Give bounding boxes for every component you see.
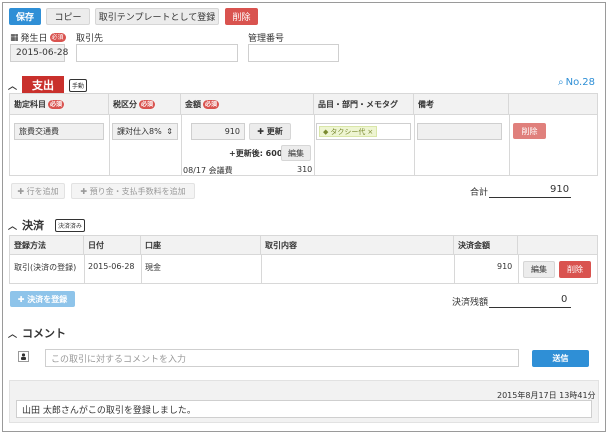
required-badge: 必須 [203, 99, 220, 109]
required-badge: 必須 [139, 99, 156, 109]
sub-entry-label: 08/17 会議費 [183, 166, 233, 175]
paperclip-icon: ⌕ [558, 77, 564, 88]
transaction-panel [2, 2, 606, 432]
send-button[interactable]: 送信 [532, 350, 589, 367]
add-row-button[interactable]: ✚ 行を追加 [11, 183, 65, 199]
comment-input[interactable]: この取引に対するコメントを入力 [45, 349, 519, 367]
date-input[interactable]: 2015-06-28 [10, 44, 68, 62]
select-arrows-icon: ⇕ [166, 127, 173, 136]
tax-select-value: 課対仕入8% [117, 127, 162, 136]
add-deposit-label: 預り金・支払手数料を追加 [89, 186, 186, 196]
plus-icon: ✚ [17, 186, 25, 196]
user-avatar-icon [18, 351, 29, 362]
copy-button[interactable]: コピー [46, 8, 90, 25]
management-number-label: 管理番号 [248, 34, 285, 44]
column-account: 口座 [141, 236, 261, 254]
transaction-number-text: No.28 [565, 77, 595, 88]
add-deposit-fee-button[interactable]: ✚ 預り金・支払手数料を追加 [71, 183, 195, 199]
comment-title: コメント [22, 327, 67, 340]
plus-icon: ✚ [17, 294, 25, 304]
settlement-amount: 910 [497, 262, 513, 271]
total-value: 910 [550, 184, 570, 195]
register-settlement-label: 決済を登録 [27, 294, 68, 304]
expense-table-header: 勘定科目 必須 税区分 必須 金額 必須 品目・部門・メモタグ 備考 [10, 94, 597, 115]
settlement-table-header: 登録方法 日付 口座 取引内容 決済金額 [10, 236, 597, 255]
row-delete-button[interactable]: 削除 [513, 123, 546, 139]
register-settlement-button[interactable]: ✚ 決済を登録 [10, 291, 75, 307]
column-account: 勘定科目 必須 [10, 94, 109, 114]
transaction-number[interactable]: ⌕ No.28 [558, 77, 595, 88]
column-amount: 金額 必須 [181, 94, 314, 114]
add-row-label: 行を追加 [26, 186, 59, 196]
manual-tag: 手動 [69, 78, 88, 92]
column-tax: 税区分 必須 [109, 94, 181, 114]
column-method: 登録方法 [10, 236, 84, 254]
required-badge: 必須 [48, 99, 65, 109]
settlement-edit-button[interactable]: 編集 [523, 261, 555, 278]
column-note: 備考 [414, 94, 509, 114]
settlement-table: 登録方法 日付 口座 取引内容 決済金額 [9, 235, 598, 284]
chevron-up-icon[interactable]: ︿ [8, 327, 17, 340]
total-label: 合計 [470, 188, 489, 198]
chevron-up-icon[interactable]: ︿ [8, 219, 17, 232]
comment-section-header[interactable]: ︿ コメント [8, 325, 66, 341]
tag-icon: ◆ [323, 127, 329, 136]
settlement-delete-button[interactable]: 削除 [559, 261, 591, 278]
balance-label: 決済残額 [452, 298, 489, 308]
update-button-label: 更新 [266, 127, 283, 136]
column-content: 取引内容 [261, 236, 454, 254]
expense-title: 支出 [22, 76, 65, 94]
row-edit-button[interactable]: 編集 [281, 145, 311, 161]
date-label-text: 発生日 [20, 34, 48, 44]
settlement-section-header[interactable]: ︿ 決済 決済済み [8, 217, 86, 233]
note-input[interactable] [417, 123, 502, 140]
expense-section-header[interactable]: ︿ 支出 手動 [8, 76, 88, 94]
column-amount: 決済金額 [454, 236, 518, 254]
settlement-method: 取引(決済の登録) [14, 263, 77, 272]
required-badge: 必須 [49, 33, 66, 42]
plus-icon: ✚ [257, 127, 264, 136]
comment-placeholder: この取引に対するコメントを入力 [51, 354, 187, 365]
column-date: 日付 [84, 236, 141, 254]
balance-value: 0 [561, 294, 568, 305]
partner-label: 取引先 [76, 34, 104, 44]
settlement-date: 2015-06-28 [88, 262, 135, 271]
plus-icon: ✚ [80, 186, 88, 196]
column-tax-text: 税区分 [113, 99, 137, 109]
delete-button[interactable]: 削除 [225, 8, 258, 25]
sub-entry-amount: 310 [297, 165, 313, 174]
settlement-account: 現金 [145, 263, 161, 272]
tag-chip-text: タクシー代 [330, 127, 366, 136]
close-icon[interactable]: × [367, 128, 373, 136]
column-amount-text: 金額 [185, 99, 201, 109]
calendar-icon: ▦ [10, 32, 19, 43]
management-number-input[interactable] [248, 44, 339, 62]
save-button[interactable]: 保存 [9, 8, 41, 25]
comment-log-entry: 山田 太郎さんがこの取引を登録しました。 [16, 400, 592, 418]
tag-chip[interactable]: ◆ タクシー代 × [319, 126, 378, 137]
column-tags: 品目・部門・メモタグ [314, 94, 414, 114]
amount-input[interactable]: 910 [191, 123, 245, 140]
settlement-title: 決済 [22, 219, 45, 232]
tax-select[interactable]: 課対仕入8% ⇕ [112, 123, 178, 140]
partner-input[interactable] [76, 44, 238, 62]
column-account-text: 勘定科目 [14, 99, 46, 109]
after-update-label: +更新後: 600 [229, 149, 283, 158]
settled-tag: 決済済み [55, 218, 86, 232]
update-button[interactable]: ✚ 更新 [249, 123, 291, 140]
account-select[interactable]: 旅費交通費 [14, 123, 104, 140]
comment-log-text: 山田 太郎さんがこの取引を登録しました。 [22, 405, 196, 416]
chevron-up-icon[interactable]: ︿ [8, 79, 17, 92]
date-label: ▦ 発生日 必須 [10, 31, 66, 44]
register-template-button[interactable]: 取引テンプレートとして登録 [95, 8, 219, 25]
